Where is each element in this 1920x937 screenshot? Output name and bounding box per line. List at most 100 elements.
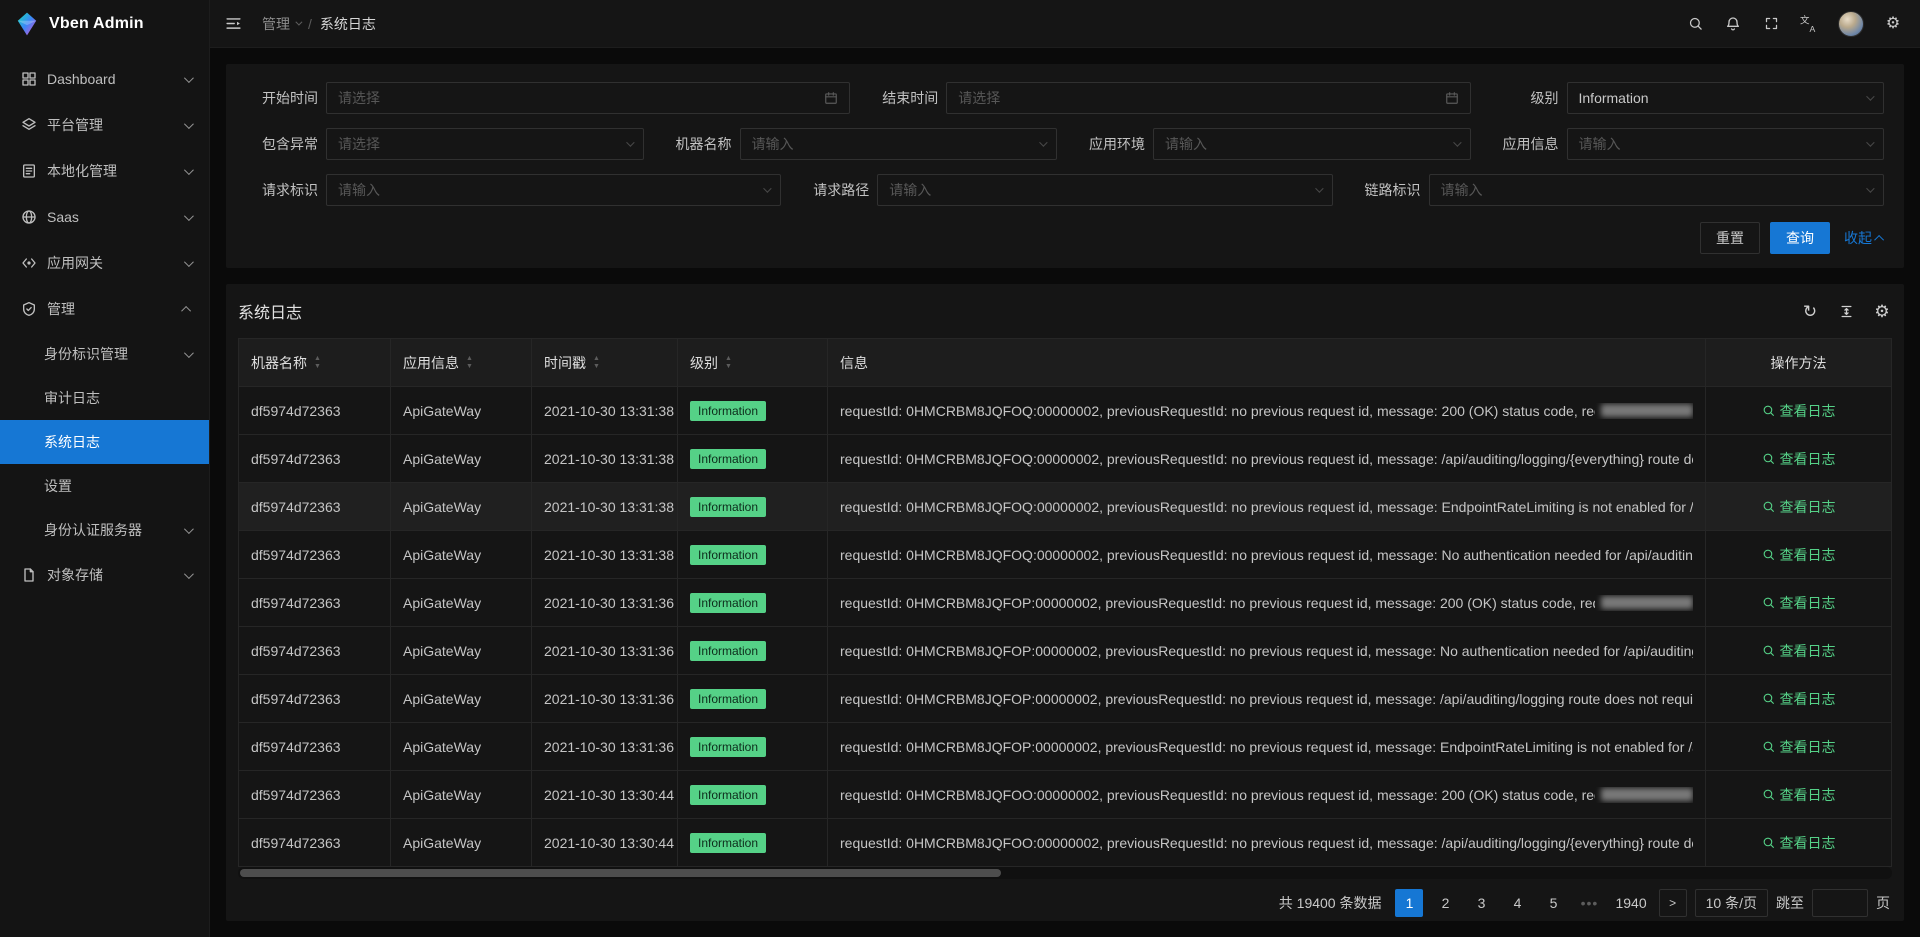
app-info-field[interactable] [1579,136,1861,152]
start-time-field[interactable] [338,90,818,106]
table-row[interactable]: df5974d72363ApiGateWay2021-10-30 13:30:4… [239,771,1892,819]
column-label: 操作方法 [1771,353,1827,373]
sidebar-item-admin[interactable]: 管理 [0,286,209,332]
has-exception-field[interactable] [338,136,620,152]
jump-page-input[interactable] [1812,889,1868,917]
machine-value: df5974d72363 [251,739,341,755]
breadcrumb-parent[interactable]: 管理 [262,14,300,34]
request-path-field[interactable] [889,182,1308,198]
view-log-button[interactable]: 查看日志 [1762,641,1836,661]
trace-id-field[interactable] [1441,182,1860,198]
breadcrumb-separator: / [308,16,312,32]
page-ellipsis[interactable]: ••• [1575,889,1603,917]
sort-carets[interactable]: ▲▼ [593,355,600,370]
machine-name-field[interactable] [752,136,1034,152]
request-id-input[interactable] [326,174,781,206]
page-button-5[interactable]: 5 [1539,889,1567,917]
fullscreen-icon[interactable] [1754,7,1788,41]
table-row[interactable]: df5974d72363ApiGateWay2021-10-30 13:30:4… [239,819,1892,867]
column-header-level[interactable]: 级别▲▼ [678,339,828,387]
end-time-date[interactable] [946,82,1470,114]
collapse-toggle[interactable]: 收起 [1844,228,1884,248]
request-id-field[interactable] [338,182,757,198]
bell-icon[interactable] [1716,7,1750,41]
table-toolbar: 系统日志 ↻⚙ [238,284,1892,338]
request-path-input[interactable] [877,174,1332,206]
view-log-button[interactable]: 查看日志 [1762,545,1836,565]
app-env-field[interactable] [1165,136,1447,152]
sidebar-item-system-logs[interactable]: 系统日志 [0,420,209,464]
table-row[interactable]: df5974d72363ApiGateWay2021-10-30 13:31:3… [239,723,1892,771]
sidebar-item-localization[interactable]: 本地化管理 [0,148,209,194]
next-page-button[interactable]: > [1659,889,1687,917]
view-log-button[interactable]: 查看日志 [1762,497,1836,517]
storage-icon [20,567,37,583]
row-height-icon[interactable] [1836,301,1856,321]
view-log-button[interactable]: 查看日志 [1762,449,1836,469]
view-log-button[interactable]: 查看日志 [1762,737,1836,757]
column-header-timestamp[interactable]: 时间戳▲▼ [532,339,678,387]
sidebar-item-platform[interactable]: 平台管理 [0,102,209,148]
platform-icon [20,117,37,133]
view-log-button[interactable]: 查看日志 [1762,401,1836,421]
page-button-last[interactable]: 1940 [1611,889,1650,917]
page-button-4[interactable]: 4 [1503,889,1531,917]
page-size-select[interactable]: 10 条/页 [1695,889,1768,917]
sidebar-item-dashboard[interactable]: Dashboard [0,56,209,102]
sidebar-item-saas[interactable]: Saas [0,194,209,240]
table-row[interactable]: df5974d72363ApiGateWay2021-10-30 13:31:3… [239,435,1892,483]
cell-machine: df5974d72363 [239,723,391,771]
view-log-button[interactable]: 查看日志 [1762,689,1836,709]
start-time-date[interactable] [326,82,850,114]
level-field[interactable] [1579,90,1861,106]
topbar-right: 文A ⚙ [1678,7,1910,41]
table-row[interactable]: df5974d72363ApiGateWay2021-10-30 13:31:3… [239,483,1892,531]
table-row[interactable]: df5974d72363ApiGateWay2021-10-30 13:31:3… [239,531,1892,579]
translate-icon[interactable]: 文A [1792,7,1826,41]
sidebar-item-settings[interactable]: 设置 [0,464,209,508]
message-text: requestId: 0HMCRBM8JQFOP:00000002, previ… [840,691,1693,707]
table-row[interactable]: df5974d72363ApiGateWay2021-10-30 13:31:3… [239,579,1892,627]
sidebar-item-identity[interactable]: 身份标识管理 [0,332,209,376]
cell-level: Information [678,819,828,867]
column-header-machine[interactable]: 机器名称▲▼ [239,339,391,387]
sort-carets[interactable]: ▲▼ [466,355,473,370]
sidebar-item-auth-server[interactable]: 身份认证服务器 [0,508,209,552]
avatar[interactable] [1838,11,1864,37]
sort-carets[interactable]: ▲▼ [314,355,321,370]
page-button-2[interactable]: 2 [1431,889,1459,917]
query-button[interactable]: 查询 [1770,222,1830,254]
table-row[interactable]: df5974d72363ApiGateWay2021-10-30 13:31:3… [239,387,1892,435]
app-info-input[interactable] [1567,128,1885,160]
reset-button[interactable]: 重置 [1700,222,1760,254]
sidebar-item-audit-logs[interactable]: 审计日志 [0,376,209,420]
page-button-1[interactable]: 1 [1395,889,1423,917]
page-button-3[interactable]: 3 [1467,889,1495,917]
level-select[interactable] [1567,82,1885,114]
settings-icon[interactable]: ⚙ [1872,301,1892,321]
sidebar-item-gateway[interactable]: 应用网关 [0,240,209,286]
trace-id-input[interactable] [1429,174,1884,206]
refresh-icon[interactable]: ↻ [1800,301,1820,321]
sidebar-item-storage[interactable]: 对象存储 [0,552,209,598]
view-log-button[interactable]: 查看日志 [1762,785,1836,805]
table-row[interactable]: df5974d72363ApiGateWay2021-10-30 13:31:3… [239,675,1892,723]
cell-level: Information [678,675,828,723]
search-icon[interactable] [1678,7,1712,41]
end-time-field[interactable] [958,90,1438,106]
scrollbar-thumb[interactable] [240,869,1001,877]
logo[interactable]: Vben Admin [0,0,209,48]
redacted-blur [1601,404,1693,417]
sort-carets[interactable]: ▲▼ [725,355,732,370]
view-log-button[interactable]: 查看日志 [1762,593,1836,613]
filter-field-app-env: 应用环境 [1065,128,1479,160]
view-log-button[interactable]: 查看日志 [1762,833,1836,853]
machine-name-input[interactable] [740,128,1058,160]
column-header-app[interactable]: 应用信息▲▼ [391,339,532,387]
settings-icon[interactable]: ⚙ [1876,7,1910,41]
sidebar-menu: Dashboard平台管理本地化管理Saas应用网关管理身份标识管理审计日志系统… [0,48,209,937]
table-row[interactable]: df5974d72363ApiGateWay2021-10-30 13:31:3… [239,627,1892,675]
has-exception-select[interactable] [326,128,644,160]
app-env-input[interactable] [1153,128,1471,160]
sidebar-fold-icon[interactable] [216,7,250,41]
